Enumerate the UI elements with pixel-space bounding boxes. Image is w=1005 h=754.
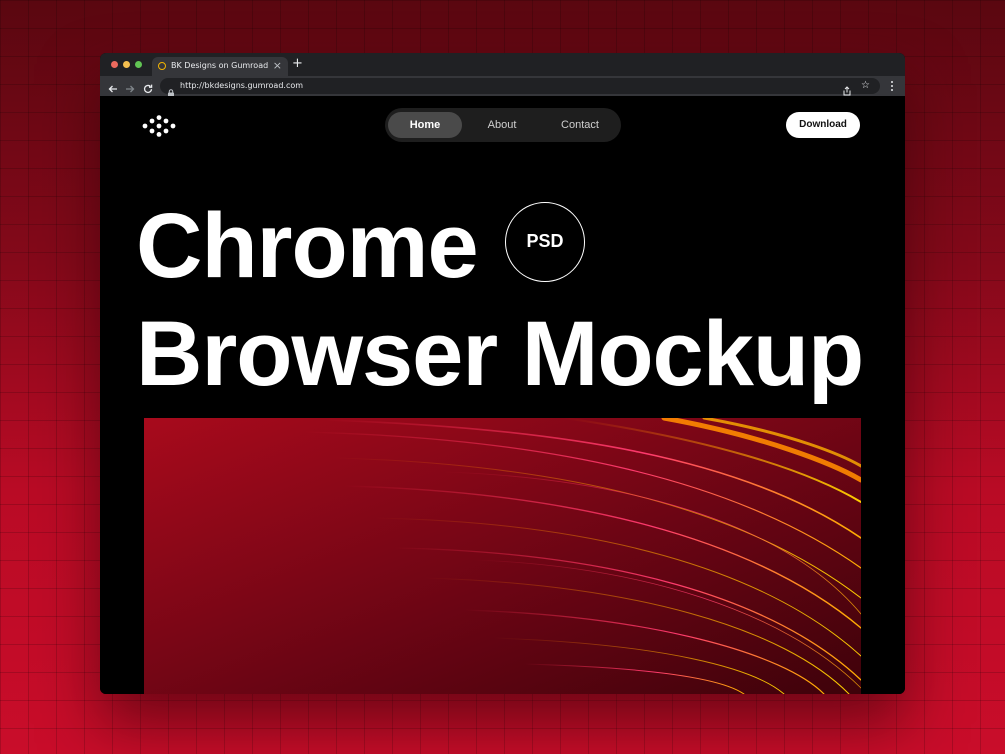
hero-title-line-2: Browser Mockup (136, 303, 864, 405)
main-navigation: Home About Contact (385, 108, 621, 142)
gumroad-favicon-icon (158, 62, 166, 70)
lock-icon (167, 82, 175, 97)
website-viewport: Home About Contact Download Chrome PSD B… (100, 96, 905, 694)
url-text: http://bkdesigns.gumroad.com (180, 81, 304, 90)
reload-icon[interactable] (142, 80, 154, 94)
browser-menu-icon[interactable] (890, 80, 894, 92)
bookmark-star-icon[interactable]: ☆ (861, 80, 870, 92)
browser-tab[interactable]: BK Designs on Gumroad × (152, 57, 288, 76)
browser-window: BK Designs on Gumroad × + http://bkdesig… (100, 53, 905, 694)
window-close-button[interactable] (111, 61, 118, 68)
address-bar[interactable]: http://bkdesigns.gumroad.com ☆ (160, 78, 880, 97)
nav-item-contact[interactable]: Contact (542, 112, 618, 138)
hero-image-light-streaks (144, 418, 861, 694)
forward-arrow-icon[interactable] (124, 80, 136, 93)
psd-badge: PSD (505, 202, 585, 282)
download-button[interactable]: Download (786, 112, 860, 138)
tab-title: BK Designs on Gumroad (171, 61, 269, 70)
hero-title-line-1: Chrome (136, 195, 479, 297)
nav-item-about[interactable]: About (465, 112, 539, 138)
share-icon[interactable] (842, 81, 852, 96)
window-maximize-button[interactable] (135, 61, 142, 68)
tab-strip: BK Designs on Gumroad × + (100, 53, 905, 76)
tab-close-icon[interactable]: × (273, 59, 282, 73)
back-arrow-icon[interactable] (107, 80, 119, 93)
window-minimize-button[interactable] (123, 61, 130, 68)
nav-item-home[interactable]: Home (388, 112, 462, 138)
new-tab-button[interactable]: + (292, 55, 303, 73)
browser-toolbar: http://bkdesigns.gumroad.com ☆ (100, 76, 905, 97)
site-logo-icon[interactable] (142, 115, 178, 137)
